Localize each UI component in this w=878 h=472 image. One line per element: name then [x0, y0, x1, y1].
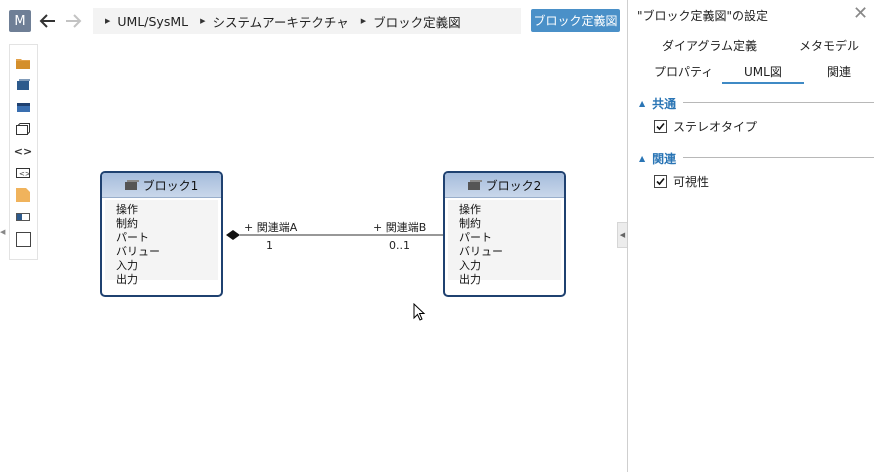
tab-uml-diagram[interactable]: UML図: [744, 63, 782, 80]
panel-divider: [627, 0, 628, 472]
tab-diagram-definition[interactable]: ダイアグラム定義: [662, 37, 757, 54]
section-divider: [683, 102, 874, 103]
block-icon: [124, 180, 139, 190]
association-end-b-multiplicity[interactable]: 0..1: [389, 239, 410, 252]
panel-title: "ブロック定義図"の設定: [637, 9, 769, 23]
checkbox[interactable]: [654, 175, 667, 188]
association-end-a-multiplicity[interactable]: 1: [266, 239, 273, 252]
compartment-inputs[interactable]: 入力: [116, 259, 218, 273]
block-name: ブロック1: [142, 178, 199, 193]
active-tab-indicator: [722, 82, 804, 84]
association-end-b-name[interactable]: + 関連端B: [373, 219, 426, 235]
caret-up-icon: ▲: [639, 154, 646, 163]
section-divider: [683, 157, 874, 158]
mouse-cursor-icon: [413, 303, 426, 321]
tab-metamodel[interactable]: メタモデル: [799, 37, 859, 54]
compartment-values[interactable]: バリュー: [116, 245, 218, 259]
tab-properties[interactable]: プロパティ: [654, 63, 713, 80]
option-visibility[interactable]: 可視性: [654, 173, 709, 190]
tab-association[interactable]: 関連: [827, 63, 851, 80]
compartment-values[interactable]: バリュー: [459, 245, 561, 259]
block-1[interactable]: ブロック1 操作 制約 パート バリュー 入力 出力: [100, 171, 223, 297]
compartment-operations[interactable]: 操作: [116, 203, 218, 217]
checkmark-icon: [656, 177, 665, 186]
block-header: ブロック1: [102, 173, 221, 198]
compartment-outputs[interactable]: 出力: [459, 273, 561, 287]
compartment-outputs[interactable]: 出力: [116, 273, 218, 287]
compartment-constraints[interactable]: 制約: [116, 217, 218, 231]
compartment-parts[interactable]: パート: [116, 231, 218, 245]
option-stereotype[interactable]: ステレオタイプ: [654, 118, 757, 135]
compartment-parts[interactable]: パート: [459, 231, 561, 245]
block-name: ブロック2: [485, 178, 542, 193]
compartment-inputs[interactable]: 入力: [459, 259, 561, 273]
block-2[interactable]: ブロック2 操作 制約 パート バリュー 入力 出力: [443, 171, 566, 297]
block-icon: [467, 180, 482, 190]
composition-diamond-icon: [226, 230, 240, 240]
section-association-header[interactable]: ▲ 関連: [639, 150, 676, 167]
block-compartments: 操作 制約 パート バリュー 入力 出力: [448, 200, 561, 286]
compartment-operations[interactable]: 操作: [459, 203, 561, 217]
block-compartments: 操作 制約 パート バリュー 入力 出力: [105, 200, 218, 286]
association-end-a-name[interactable]: + 関連端A: [244, 219, 297, 235]
block-header: ブロック2: [445, 173, 564, 198]
section-common-header[interactable]: ▲ 共通: [639, 95, 676, 112]
checkbox[interactable]: [654, 120, 667, 133]
compartment-constraints[interactable]: 制約: [459, 217, 561, 231]
caret-up-icon: ▲: [639, 99, 646, 108]
checkmark-icon: [656, 122, 665, 131]
panel-splitter[interactable]: ◀: [617, 222, 627, 248]
close-icon[interactable]: ✕: [853, 3, 868, 24]
